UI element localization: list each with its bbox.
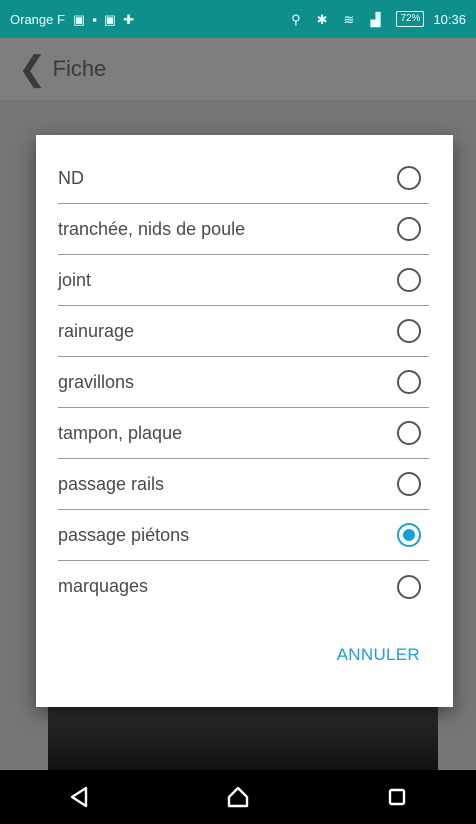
navigation-bar xyxy=(0,770,476,824)
radio-button[interactable] xyxy=(397,574,421,599)
message-icon: ▣ xyxy=(72,11,86,27)
location-icon: ⚲ xyxy=(291,11,301,27)
option-label: tampon, plaque xyxy=(58,422,183,443)
back-icon[interactable] xyxy=(69,786,89,808)
option-row[interactable]: joint xyxy=(58,255,429,306)
radio-button[interactable] xyxy=(397,319,421,343)
option-row[interactable]: passage rails xyxy=(58,459,429,510)
option-label: ND xyxy=(58,167,84,188)
clock: 10:36 xyxy=(433,11,466,27)
choice-dialog: ND tranchée, nids de poule joint rainura… xyxy=(36,135,453,707)
radio-button[interactable] xyxy=(397,421,421,445)
facebook-icon: ▪ xyxy=(92,11,97,27)
signal-icon: ▟ xyxy=(370,11,381,27)
option-label: rainurage xyxy=(58,320,135,341)
option-row[interactable]: marquages xyxy=(58,561,429,612)
page-title: Fiche xyxy=(52,56,107,81)
option-row[interactable]: tampon, plaque xyxy=(58,408,429,459)
app-bar: ❮ Fiche xyxy=(0,38,476,100)
wifi-icon: ≋ xyxy=(343,11,355,27)
chevron-left-icon[interactable]: ❮ xyxy=(18,52,47,86)
option-label: passage piétons xyxy=(58,524,190,545)
radio-button[interactable] xyxy=(397,217,421,241)
option-row[interactable]: tranchée, nids de poule xyxy=(58,204,429,255)
radio-button[interactable] xyxy=(397,472,421,496)
option-label: joint xyxy=(58,269,92,290)
radio-button[interactable] xyxy=(397,370,421,394)
option-label: marquages xyxy=(58,576,149,596)
carrier-name: Orange F xyxy=(10,11,65,27)
radio-button-checked[interactable] xyxy=(397,523,421,547)
option-row[interactable]: ND xyxy=(58,153,429,204)
status-bar: Orange F ▣ ▪ ▣ ✚ ⚲ ✱ ≋ ▟ 72% 10:36 xyxy=(0,0,476,38)
battery-indicator: 72% xyxy=(396,11,425,27)
option-row-selected[interactable]: passage piétons xyxy=(58,510,429,561)
recent-apps-icon[interactable] xyxy=(387,787,407,807)
gallery-icon: ▣ xyxy=(103,11,117,27)
cancel-button[interactable]: ANNULER xyxy=(337,645,420,665)
radio-button[interactable] xyxy=(397,166,421,190)
background-photo xyxy=(48,705,438,770)
radio-button[interactable] xyxy=(397,268,421,292)
option-label: gravillons xyxy=(58,371,135,392)
bluetooth-icon: ✱ xyxy=(316,11,328,27)
option-row[interactable]: rainurage xyxy=(58,306,429,357)
option-label: passage rails xyxy=(58,473,165,494)
option-label: tranchée, nids de poule xyxy=(58,218,246,239)
android-icon: ✚ xyxy=(123,11,135,27)
home-icon[interactable] xyxy=(226,786,250,808)
option-row[interactable]: gravillons xyxy=(58,357,429,408)
